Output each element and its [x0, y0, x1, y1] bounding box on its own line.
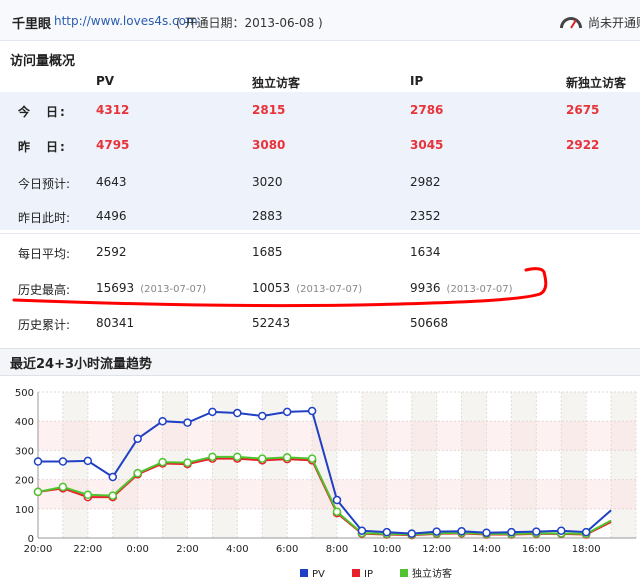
- traffic-trend-chart: 010020030040050020:00 22:00 0:00 2:00 4:00 6:…: [15, 388, 637, 580]
- x-tick-label: 18:00: [572, 544, 601, 555]
- x-tick-label: 16:00: [522, 544, 551, 555]
- x-tick-label: 10:00: [372, 544, 401, 555]
- y-tick-label: 300: [15, 446, 34, 457]
- legend-label: IP: [364, 569, 373, 580]
- legend-swatch: [400, 569, 408, 577]
- data-point: [282, 407, 292, 417]
- legend-swatch: [352, 569, 360, 577]
- x-tick-label: 6:00: [276, 544, 298, 555]
- data-point: [482, 528, 491, 537]
- data-point: [332, 495, 342, 505]
- x-tick-label: 12:00: [422, 544, 451, 555]
- data-point: [108, 491, 117, 500]
- data-point: [158, 457, 167, 467]
- data-point: [407, 529, 416, 538]
- data-point: [133, 468, 142, 478]
- data-point: [83, 456, 93, 466]
- red-annotation-stroke: [12, 267, 548, 308]
- data-point: [108, 472, 117, 482]
- data-point: [58, 482, 68, 492]
- data-point: [208, 452, 217, 462]
- data-point: [557, 526, 566, 535]
- data-point: [33, 487, 43, 497]
- data-point: [258, 454, 267, 463]
- x-tick-label: 4:00: [226, 544, 248, 555]
- data-point: [432, 527, 441, 536]
- x-tick-label: 20:00: [24, 544, 53, 555]
- x-tick-label: 2:00: [176, 544, 198, 555]
- data-point: [158, 416, 167, 426]
- x-tick-label: 22:00: [73, 544, 102, 555]
- data-point: [332, 507, 342, 516]
- y-tick-label: 100: [15, 505, 34, 516]
- legend-label: PV: [312, 569, 325, 580]
- data-point: [233, 452, 242, 462]
- y-tick-label: 400: [15, 417, 34, 428]
- y-tick-label: 200: [15, 476, 34, 487]
- data-point: [581, 527, 591, 537]
- data-point: [83, 490, 93, 500]
- chart-section-title: 最近24+3小时流量趋势: [10, 357, 153, 372]
- data-point: [307, 406, 317, 416]
- grid-band: [112, 392, 138, 538]
- data-point: [457, 527, 466, 536]
- x-tick-label: 8:00: [326, 544, 348, 555]
- data-point: [133, 434, 142, 443]
- data-point: [382, 527, 392, 537]
- data-point: [307, 454, 317, 463]
- x-tick-label: 14:00: [472, 544, 501, 555]
- data-point: [282, 453, 292, 462]
- data-point: [357, 526, 367, 535]
- legend-label: 独立访客: [412, 567, 452, 580]
- legend-swatch: [300, 569, 308, 577]
- data-point: [183, 458, 192, 467]
- grid-band: [561, 392, 587, 538]
- data-point: [233, 408, 242, 418]
- data-point: [507, 527, 516, 537]
- grid-band: [461, 392, 487, 538]
- grid-band: [511, 392, 537, 538]
- grid-band: [611, 392, 636, 538]
- grid-band: [361, 392, 387, 538]
- data-point: [33, 457, 43, 466]
- y-tick-label: 500: [15, 388, 34, 399]
- grid-band: [411, 392, 437, 538]
- grid-band: [62, 392, 88, 538]
- data-point: [532, 527, 541, 536]
- data-point: [208, 407, 217, 417]
- x-tick-label: 0:00: [126, 544, 148, 555]
- data-point: [183, 418, 192, 427]
- data-point: [258, 411, 267, 421]
- data-point: [58, 457, 68, 466]
